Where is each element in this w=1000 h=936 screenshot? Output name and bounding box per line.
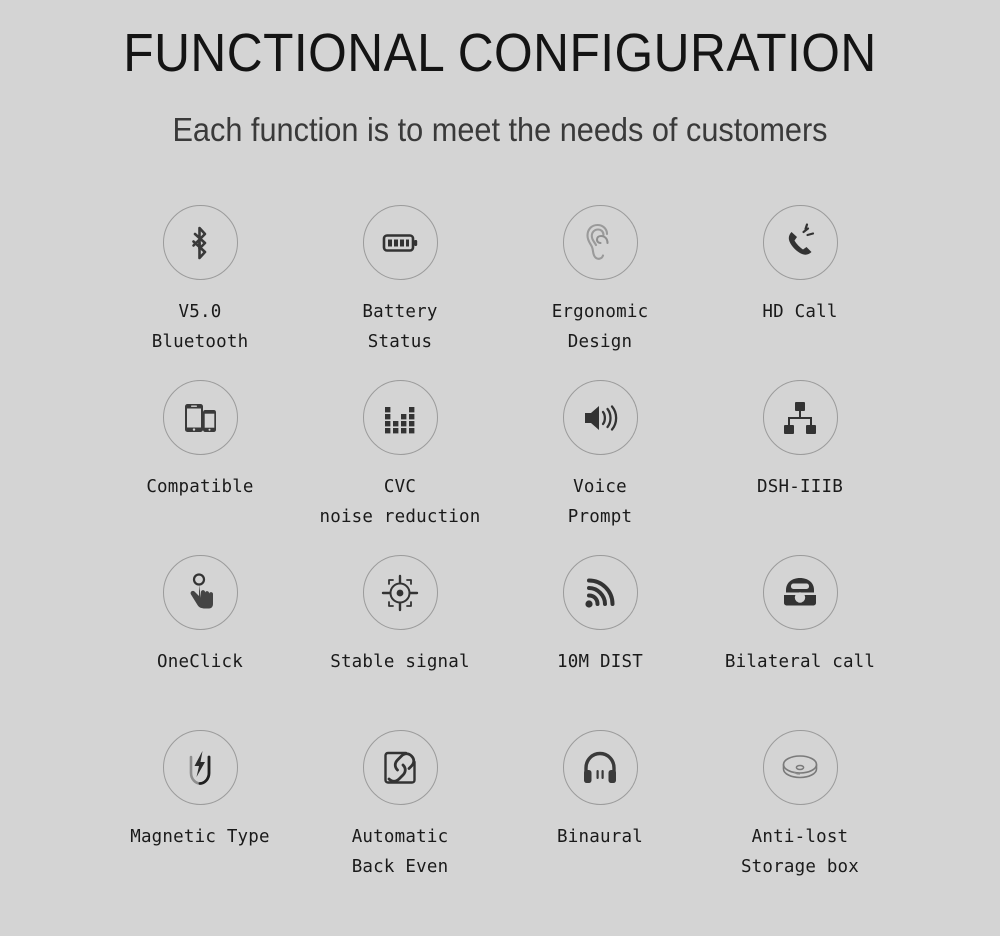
feature-label: Battery Status — [362, 302, 438, 352]
feature-item-storage-box[interactable]: Anti-lost Storage box — [700, 730, 900, 905]
feature-label: Anti-lost Storage box — [740, 827, 860, 877]
feature-item-voice-prompt[interactable]: Voice Prompt — [500, 380, 700, 555]
feature-item-distance[interactable]: 10M DIST — [500, 555, 700, 730]
feature-label: Ergonomic Design — [551, 302, 649, 352]
feature-label: V5.0 Bluetooth — [151, 302, 249, 352]
magnet-icon — [162, 730, 238, 805]
wifi-signal-icon — [562, 555, 638, 630]
feature-label: Automatic Back Even — [351, 827, 449, 877]
ear-icon — [562, 205, 638, 280]
page-subtitle: Each function is to meet the needs of cu… — [172, 111, 828, 148]
equalizer-icon — [362, 380, 438, 455]
telephone-icon — [762, 555, 838, 630]
feature-item-compatible[interactable]: Compatible — [100, 380, 300, 555]
bluetooth-icon — [162, 205, 238, 280]
feature-item-stable-signal[interactable]: Stable signal — [300, 555, 500, 730]
feature-item-battery[interactable]: Battery Status — [300, 205, 500, 380]
functional-configuration-page: FUNCTIONAL CONFIGURATION Each function i… — [0, 0, 1000, 936]
feature-label: Voice Prompt — [567, 477, 633, 527]
two-phones-icon — [162, 380, 238, 455]
feature-label: Stable signal — [330, 652, 470, 672]
feature-label: HD Call — [762, 302, 838, 322]
page-title: FUNCTIONAL CONFIGURATION — [123, 23, 877, 83]
feature-item-automatic-back[interactable]: Automatic Back Even — [300, 730, 500, 905]
feature-grid: V5.0 Bluetooth Battery Status Ergonomic … — [0, 205, 1000, 905]
feature-label: Compatible — [146, 477, 254, 497]
feature-item-ergonomic[interactable]: Ergonomic Design — [500, 205, 700, 380]
phone-ringing-icon — [762, 205, 838, 280]
feature-item-binaural[interactable]: Binaural — [500, 730, 700, 905]
feature-label: Binaural — [557, 827, 643, 847]
feature-label: OneClick — [157, 652, 243, 672]
battery-icon — [362, 205, 438, 280]
feature-label: Magnetic Type — [130, 827, 270, 847]
feature-label: 10M DIST — [557, 652, 643, 672]
speaker-icon — [562, 380, 638, 455]
tap-hand-icon — [162, 555, 238, 630]
feature-item-dsh[interactable]: DSH-IIIB — [700, 380, 900, 555]
feature-item-bilateral-call[interactable]: Bilateral call — [700, 555, 900, 730]
feature-item-oneclick[interactable]: OneClick — [100, 555, 300, 730]
network-icon — [762, 380, 838, 455]
headphones-icon — [562, 730, 638, 805]
feature-label: CVC noise reduction — [319, 477, 481, 527]
feature-item-hd-call[interactable]: HD Call — [700, 205, 900, 380]
header: FUNCTIONAL CONFIGURATION Each function i… — [0, 0, 1000, 150]
feature-item-cvc[interactable]: CVC noise reduction — [300, 380, 500, 555]
feature-label: Bilateral call — [724, 652, 876, 672]
feature-item-magnetic[interactable]: Magnetic Type — [100, 730, 300, 905]
feature-label: DSH-IIIB — [757, 477, 843, 497]
charging-case-icon — [762, 730, 838, 805]
crosshair-icon — [362, 555, 438, 630]
feature-item-bluetooth[interactable]: V5.0 Bluetooth — [100, 205, 300, 380]
link-square-icon — [362, 730, 438, 805]
